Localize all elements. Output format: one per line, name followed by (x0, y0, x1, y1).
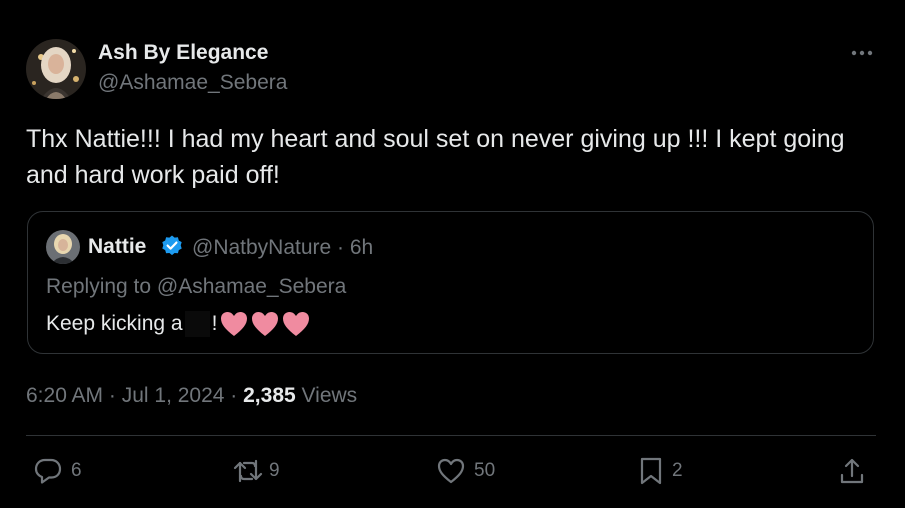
reply-button[interactable]: 6 (33, 456, 82, 486)
repost-icon (233, 459, 263, 483)
pink-heart-icon (252, 312, 279, 336)
tweet: Ash By Elegance @Ashamae_Sebera Thx Natt… (0, 0, 905, 508)
quote-text-suffix: ! (211, 312, 218, 335)
verified-badge-icon (160, 234, 184, 258)
pink-heart-icon (283, 312, 310, 336)
bookmark-icon (640, 457, 662, 485)
reply-icon (34, 458, 62, 484)
author-avatar[interactable] (26, 39, 86, 99)
bookmark-count: 2 (672, 460, 683, 481)
divider (26, 435, 876, 436)
like-button[interactable]: 50 (436, 456, 495, 486)
quote-handle-time[interactable]: @NatbyNature · 6h (192, 236, 373, 260)
tweet-meta: 6:20 AM · Jul 1, 2024 · 2,385 Views (26, 384, 357, 408)
repost-count: 9 (269, 460, 280, 481)
heart-emoji-group (219, 310, 312, 338)
repost-button[interactable]: 9 (231, 456, 280, 486)
views-label: Views (295, 384, 358, 407)
like-count: 50 (474, 460, 496, 481)
tweet-text: Thx Nattie!!! I had my heart and soul se… (26, 125, 845, 189)
quote-text: Keep kicking a ! (46, 310, 312, 338)
replying-to[interactable]: Replying to @Ashamae_Sebera (46, 275, 346, 299)
timestamp[interactable]: 6:20 AM · Jul 1, 2024 · (26, 384, 243, 407)
bookmark-button[interactable]: 2 (638, 456, 683, 486)
more-horizontal-icon[interactable] (846, 44, 878, 62)
reply-count: 6 (71, 460, 82, 481)
heart-outline-icon (437, 458, 465, 484)
share-button[interactable] (838, 456, 866, 486)
quoted-tweet[interactable]: Nattie @NatbyNature · 6h Replying to @As… (27, 211, 874, 354)
quote-text-prefix: Keep kicking a (46, 312, 183, 335)
quote-avatar[interactable] (46, 230, 80, 264)
pink-heart-icon (221, 312, 248, 336)
redaction-block (184, 311, 210, 337)
author-handle[interactable]: @Ashamae_Sebera (98, 71, 287, 95)
author-name[interactable]: Ash By Elegance (98, 41, 268, 65)
share-icon (840, 458, 864, 484)
views-count: 2,385 (243, 384, 296, 407)
quote-author-name[interactable]: Nattie (88, 235, 146, 259)
